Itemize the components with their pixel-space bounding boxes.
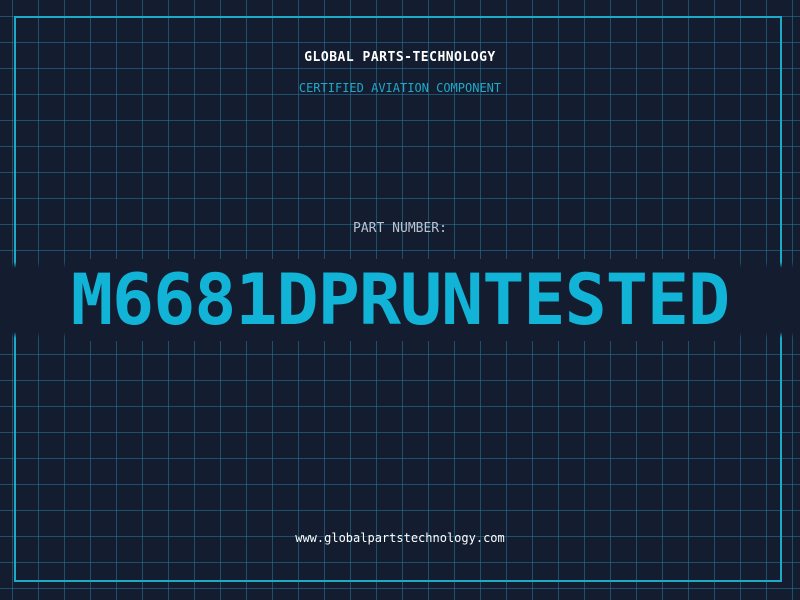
part-card: GLOBAL PARTS-TECHNOLOGY CERTIFIED AVIATI… [0,0,800,600]
brand-title: GLOBAL PARTS-TECHNOLOGY [304,50,496,65]
part-number-label: PART NUMBER: [353,221,447,236]
part-number-value: M6681DPRUNTESTED [0,259,800,341]
website-url: www.globalpartstechnology.com [295,531,505,545]
certification-subtitle: CERTIFIED AVIATION COMPONENT [298,81,502,95]
part-number-text: M6681DPRUNTESTED [70,259,730,341]
